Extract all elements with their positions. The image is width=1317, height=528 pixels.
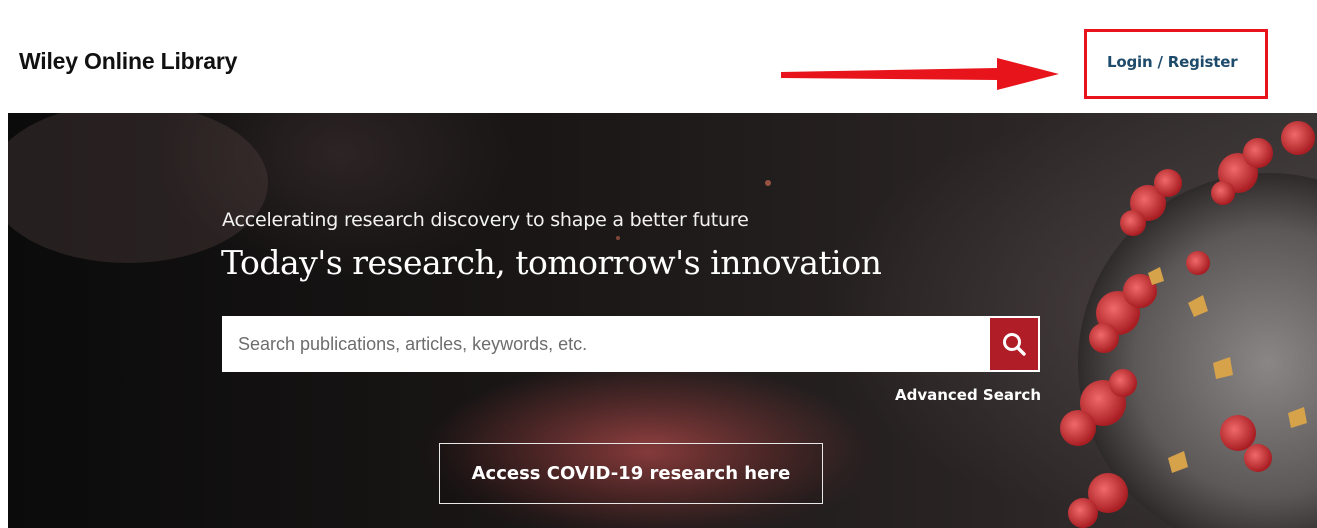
annotation-arrow-icon (781, 58, 1059, 90)
advanced-search-link[interactable]: Advanced Search (895, 386, 1041, 404)
hero-headline: Today's research, tomorrow's innovation (221, 243, 882, 282)
hero-tagline: Accelerating research discovery to shape… (222, 209, 749, 231)
search-input[interactable] (222, 316, 988, 372)
covid-research-button[interactable]: Access COVID-19 research here (439, 443, 823, 504)
hero-banner: Accelerating research discovery to shape… (8, 113, 1317, 528)
site-logo[interactable]: Wiley Online Library (19, 48, 237, 75)
magnifier-icon (1003, 333, 1026, 356)
search-button[interactable] (988, 316, 1040, 372)
login-register-link[interactable]: Login / Register (1107, 53, 1238, 71)
